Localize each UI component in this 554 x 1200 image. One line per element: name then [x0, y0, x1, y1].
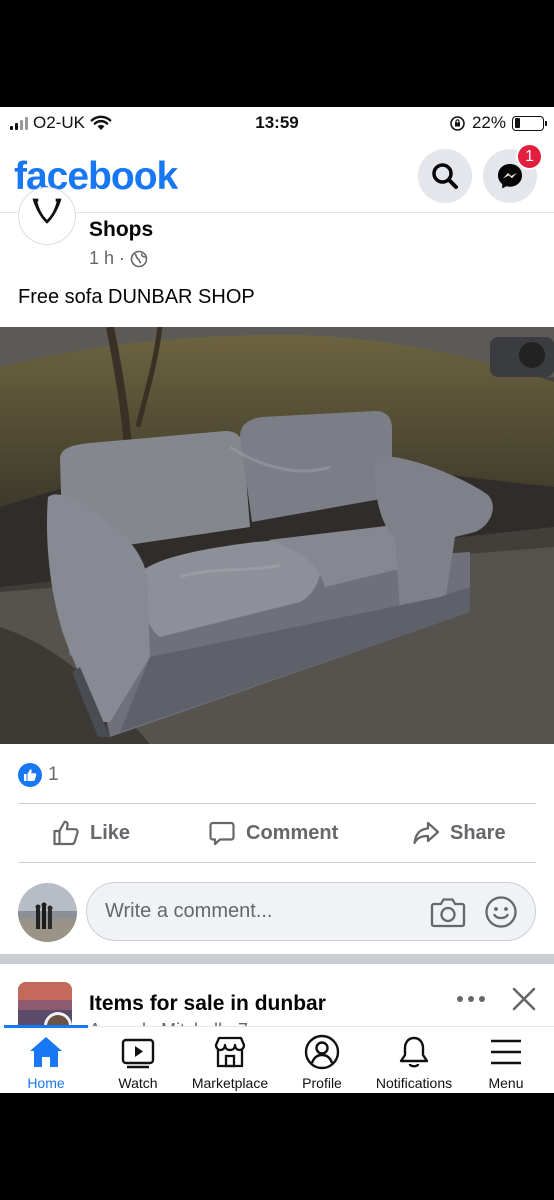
status-bar: O2-UK 13:59 22%	[0, 107, 554, 139]
emoji-icon[interactable]	[484, 895, 518, 929]
page-avatar[interactable]	[18, 187, 76, 245]
tab-label: Notifications	[375, 1075, 453, 1091]
comment-button[interactable]: Comment	[208, 804, 338, 862]
share-icon	[413, 821, 440, 845]
globe-icon	[130, 250, 148, 267]
tab-watch[interactable]: Watch	[92, 1033, 184, 1093]
tab-menu[interactable]: Menu	[460, 1033, 552, 1093]
battery-icon	[512, 115, 547, 131]
tab-label: Profile	[302, 1075, 342, 1091]
post-time[interactable]: 1 h	[89, 248, 114, 269]
messenger-button[interactable]: 1	[483, 143, 543, 203]
search-button[interactable]	[418, 149, 472, 203]
comment-box[interactable]	[86, 882, 536, 941]
next-post-title[interactable]: Items for sale in dunbar	[89, 992, 326, 1016]
like-reaction-icon	[18, 763, 42, 787]
share-label: Share	[450, 821, 506, 844]
orientation-lock-icon	[450, 115, 465, 131]
tab-home[interactable]: Home	[0, 1033, 92, 1093]
post-meta: 1 h ·	[89, 248, 148, 269]
post-author[interactable]: Shops	[89, 218, 153, 242]
guitar-pick-logo	[32, 197, 62, 224]
battery-percent: 22%	[471, 113, 506, 132]
camera-icon[interactable]	[430, 895, 466, 929]
reaction-count: 1	[48, 764, 59, 785]
watch-icon	[121, 1038, 155, 1069]
app-screen: O2-UK 13:59 22% facebook 1 Shops 1 h · F…	[0, 107, 554, 1093]
tab-marketplace[interactable]: Marketplace	[184, 1033, 276, 1093]
bell-icon	[399, 1036, 429, 1068]
tab-notifications[interactable]: Notifications	[368, 1033, 460, 1093]
comment-icon	[209, 821, 235, 846]
tab-label: Menu	[488, 1075, 524, 1091]
reaction-summary[interactable]: 1	[18, 763, 59, 787]
post-actions: Like Comment Share	[0, 804, 554, 862]
tab-label: Watch	[118, 1075, 158, 1091]
sunset-photo	[18, 982, 72, 1028]
comment-composer	[0, 882, 554, 944]
bottom-tab-bar: Home Watch Marketplace Profile Notificat…	[0, 1025, 554, 1093]
post-photo[interactable]	[0, 327, 554, 744]
tab-label: Marketplace	[191, 1075, 269, 1091]
app-header: facebook 1	[0, 139, 554, 213]
divider	[18, 862, 536, 863]
close-icon[interactable]	[511, 986, 537, 1012]
active-tab-indicator	[4, 1025, 88, 1028]
profile-icon	[304, 1034, 340, 1070]
sofa-photo	[0, 327, 554, 744]
search-icon	[432, 163, 458, 189]
comment-label: Comment	[246, 821, 339, 844]
status-right: 22%	[449, 113, 547, 133]
more-options-icon[interactable]	[456, 994, 486, 1004]
like-button[interactable]: Like	[52, 804, 130, 862]
like-label: Like	[90, 821, 131, 844]
next-post: Items for sale in dunbar Amanda Mitchell…	[0, 964, 554, 1028]
tab-profile[interactable]: Profile	[276, 1033, 368, 1093]
hamburger-menu-icon	[491, 1039, 521, 1065]
meta-separator: ·	[119, 248, 126, 268]
notification-badge: 1	[516, 143, 543, 170]
user-avatar[interactable]	[18, 883, 77, 942]
feed-separator	[0, 954, 554, 964]
marketplace-icon	[214, 1036, 246, 1068]
tab-label: Home	[27, 1075, 65, 1091]
comment-input[interactable]	[105, 883, 405, 940]
like-icon	[53, 820, 79, 846]
group-avatar[interactable]	[18, 982, 72, 1028]
beach-photo	[18, 883, 77, 942]
post-text: Free sofa DUNBAR SHOP	[18, 286, 255, 308]
share-button[interactable]: Share	[412, 804, 506, 862]
home-icon	[30, 1037, 62, 1067]
